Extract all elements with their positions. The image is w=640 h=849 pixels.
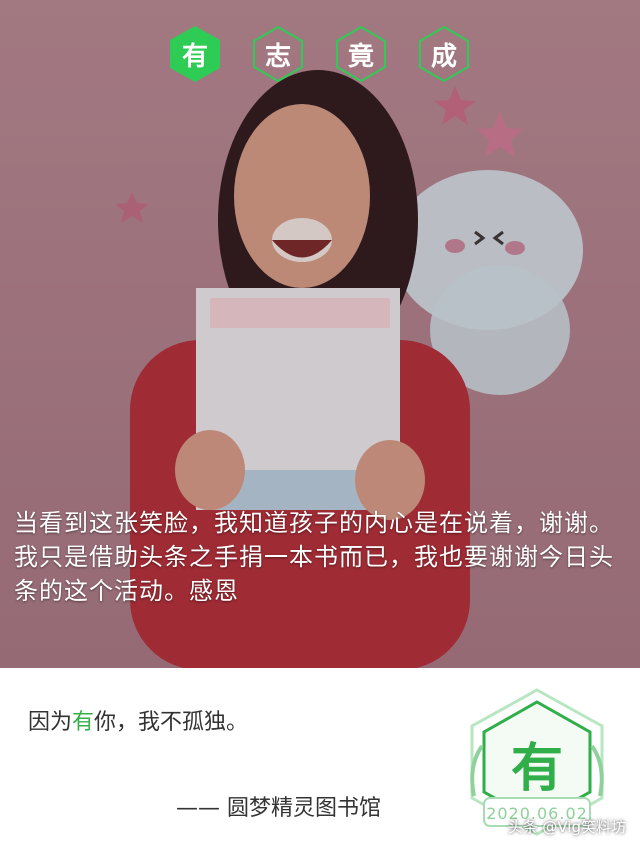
caption-text: 当看到这张笑脸，我知道孩子的内心是在说着，谢谢。我只是借助头条之手捐一本书而已，… — [14, 509, 614, 605]
quote-before: 因为 — [28, 710, 73, 735]
stamp-char: 有 — [510, 739, 563, 799]
quote-after: 你，我不孤独。 — [94, 710, 249, 735]
badge-jing: 竟 — [331, 24, 391, 84]
photo-banner: 有 志 竟 成 当看到这张笑脸，我知道孩子的内心是在说着，谢谢。我只是借助头条之… — [0, 0, 640, 668]
badge-zhi: 志 — [248, 24, 308, 84]
badge-you: 有 — [165, 24, 225, 84]
watermark: 头条 @Vig笑料坊 — [507, 818, 626, 836]
badge-char: 志 — [264, 41, 291, 72]
quote-text: 因为有你，我不孤独。 — [28, 704, 248, 736]
badge-row: 有 志 竟 成 — [165, 24, 475, 86]
badge-cheng: 成 — [414, 24, 474, 84]
signature: —— 圆梦精灵图书馆 — [176, 796, 381, 821]
badge-char: 竟 — [347, 41, 374, 72]
badge-char: 有 — [181, 41, 208, 72]
footer-card: 因为有你，我不孤独。 —— 圆梦精灵图书馆 有 2020.06.02 头条 @V… — [0, 668, 640, 849]
badge-char: 成 — [430, 41, 457, 72]
quote-highlight: 有 — [72, 710, 95, 735]
